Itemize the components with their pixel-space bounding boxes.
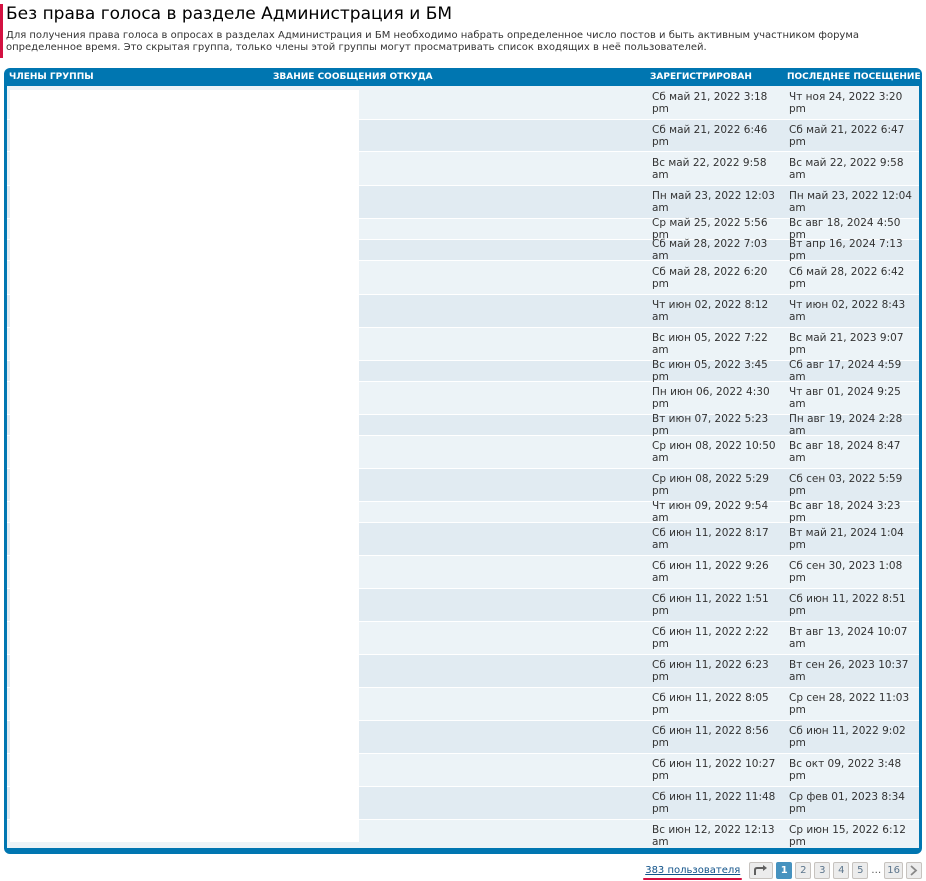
registered-cell: Сб июн 11, 2022 11:48 pm [652,791,776,815]
last-visit-cell: Вс авг 18, 2024 4:50 pm [789,217,901,241]
registered-cell: Ср июн 08, 2022 5:29 pm [652,473,769,497]
registered-cell: Сб июн 11, 2022 8:17 am [652,527,769,551]
registered-cell: Сб июн 11, 2022 9:26 am [652,560,769,584]
header-rank-posts-from[interactable]: ЗВАНИЕ СООБЩЕНИЯ ОТКУДА [273,72,433,82]
page-button-2[interactable]: 2 [795,862,812,879]
pagination-ellipsis: … [871,865,882,876]
registered-cell: Ср июн 08, 2022 10:50 am [652,440,776,464]
registered-cell: Сб июн 11, 2022 6:23 pm [652,659,769,683]
last-visit-cell: Сб июн 11, 2022 9:02 pm [789,725,906,749]
user-count: 383 пользователя [643,865,743,880]
group-members-panel: ЧЛЕНЫ ГРУППЫ ЗВАНИЕ СООБЩЕНИЯ ОТКУДА ЗАР… [4,68,922,854]
registered-cell: Чт июн 09, 2022 9:54 am [652,500,769,524]
registered-cell: Пн июн 06, 2022 4:30 pm [652,386,770,410]
page-button-1[interactable]: 1 [776,862,793,879]
last-visit-cell: Вт авг 13, 2024 10:07 am [789,626,908,650]
registered-cell: Сб июн 11, 2022 8:56 pm [652,725,769,749]
registered-cell: Вс июн 12, 2022 12:13 am [652,824,775,848]
members-column-redacted [10,90,359,842]
last-visit-cell: Сб май 21, 2022 6:47 pm [789,123,905,148]
last-visit-cell: Вс окт 09, 2022 3:48 pm [789,758,902,782]
registered-cell: Вс май 22, 2022 9:58 am [652,156,767,181]
last-visit-cell: Чт авг 01, 2024 9:25 am [789,386,901,410]
jump-to-page-icon [754,865,768,875]
last-visit-cell: Вс авг 18, 2024 8:47 am [789,440,901,464]
registered-cell: Сб май 28, 2022 7:03 am [652,238,768,262]
last-visit-cell: Вт май 21, 2024 1:04 pm [789,527,904,551]
last-visit-cell: Вс авг 18, 2024 3:23 pm [789,500,901,524]
last-visit-cell: Сб май 28, 2022 6:42 pm [789,265,905,290]
last-visit-cell: Сб сен 30, 2023 1:08 pm [789,560,903,584]
registered-cell: Ср май 25, 2022 5:56 pm [652,217,768,241]
last-visit-cell: Ср фев 01, 2023 8:34 pm [789,791,905,815]
left-accent-mark [0,4,3,58]
page-button-last[interactable]: 16 [884,862,903,879]
last-visit-cell: Сб авг 17, 2024 4:59 am [789,359,902,383]
user-count-label: 383 пользователя [645,865,741,876]
page-button-3[interactable]: 3 [814,862,831,879]
registered-cell: Чт июн 02, 2022 8:12 am [652,299,769,323]
table-header: ЧЛЕНЫ ГРУППЫ ЗВАНИЕ СООБЩЕНИЯ ОТКУДА ЗАР… [7,68,921,86]
last-visit-cell: Чт июн 02, 2022 8:43 am [789,299,906,323]
last-visit-cell: Вс май 21, 2023 9:07 pm [789,332,904,356]
registered-cell: Сб май 21, 2022 6:46 pm [652,123,768,148]
registered-cell: Вс июн 05, 2022 3:45 pm [652,359,768,383]
jump-to-page-button[interactable] [749,862,774,879]
page-list: 12345 [773,862,869,879]
header-registered[interactable]: ЗАРЕГИСТРИРОВАН [650,72,752,82]
table-body: Сб май 21, 2022 3:18 pm Чт ноя 24, 2022 3… [7,86,919,848]
page-button-5[interactable]: 5 [852,862,869,879]
registered-cell: Сб июн 11, 2022 2:22 pm [652,626,769,650]
registered-cell: Сб июн 11, 2022 1:51 pm [652,593,769,617]
registered-cell: Вт июн 07, 2022 5:23 pm [652,413,769,437]
last-visit-cell: Сб сен 03, 2022 5:59 pm [789,473,903,497]
registered-cell: Вс июн 05, 2022 7:22 am [652,332,768,356]
page-title: Без права голоса в разделе Администрация… [6,4,453,24]
last-visit-cell: Ср сен 28, 2022 11:03 pm [789,692,910,716]
header-last-visit[interactable]: ПОСЛЕДНЕЕ ПОСЕЩЕНИЕ [787,72,921,82]
registered-cell: Пн май 23, 2022 12:03 am [652,190,775,214]
next-page-button[interactable] [906,862,922,879]
last-visit-cell: Ср июн 15, 2022 6:12 pm [789,824,906,848]
pagination: 383 пользователя 12345 … 16 [643,861,922,880]
page-description: Для получения права голоса в опросах в р… [6,30,860,53]
registered-cell: Сб май 28, 2022 6:20 pm [652,265,768,290]
registered-cell: Сб июн 11, 2022 8:05 pm [652,692,769,716]
header-members[interactable]: ЧЛЕНЫ ГРУППЫ [9,72,94,82]
registered-cell: Сб май 21, 2022 3:18 pm [652,90,768,115]
registered-cell: Сб июн 11, 2022 10:27 pm [652,758,776,782]
last-visit-cell: Вт апр 16, 2024 7:13 pm [789,238,903,262]
chevron-right-icon [910,865,918,876]
last-visit-cell: Пн авг 19, 2024 2:28 am [789,413,903,437]
page-button-4[interactable]: 4 [833,862,850,879]
last-visit-cell: Чт ноя 24, 2022 3:20 pm [789,90,903,115]
last-visit-cell: Сб июн 11, 2022 8:51 pm [789,593,906,617]
user-count-highlight [643,878,743,880]
last-visit-cell: Вт сен 26, 2023 10:37 am [789,659,909,683]
last-visit-cell: Вс май 22, 2022 9:58 am [789,156,904,181]
last-visit-cell: Пн май 23, 2022 12:04 am [789,190,912,214]
